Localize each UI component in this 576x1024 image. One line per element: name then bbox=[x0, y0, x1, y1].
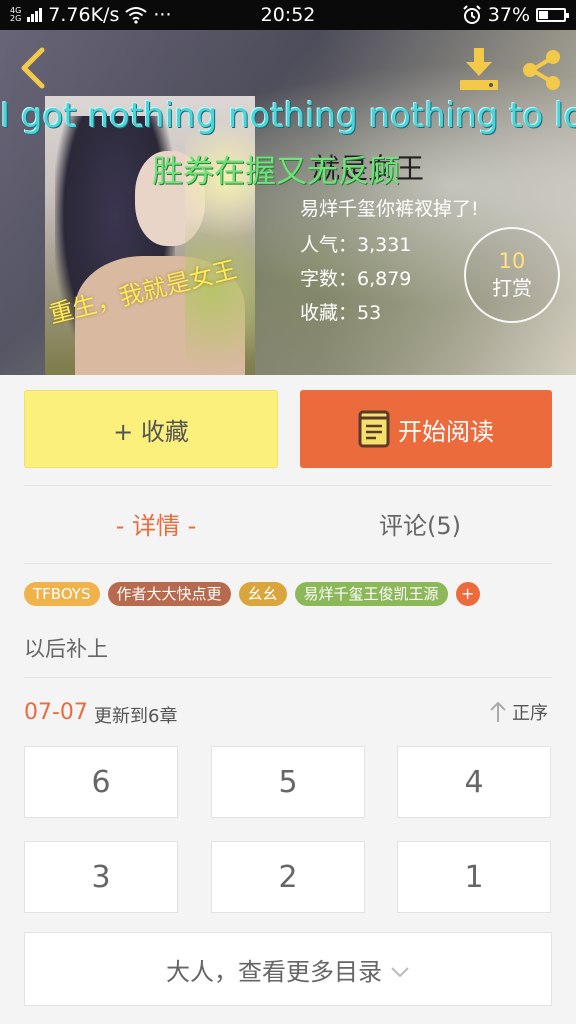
tag-list: TFBOYS 作者大大快点更 幺幺 易烊千玺王俊凯王源 + bbox=[24, 582, 480, 606]
start-reading-button[interactable]: 开始阅读 bbox=[300, 390, 552, 468]
book-cover[interactable]: 重生，我就是女王 bbox=[45, 96, 255, 375]
favorites-stat: 收藏：53 bbox=[300, 302, 382, 324]
arrow-up-icon bbox=[490, 701, 506, 722]
status-left: 4G 2G 7.76K/s ··· bbox=[10, 4, 172, 26]
alarm-icon bbox=[463, 5, 481, 24]
signal-icon bbox=[27, 8, 43, 22]
title-overlay-en: I got nothing nothing nothing to lose bbox=[0, 96, 576, 136]
back-icon[interactable] bbox=[14, 46, 54, 90]
title-overlay-zh: 胜券在握又无反顾 bbox=[152, 154, 400, 190]
book-icon bbox=[358, 410, 390, 448]
network-speed: 7.76K/s bbox=[48, 4, 120, 26]
tag-item[interactable]: 幺幺 bbox=[238, 582, 287, 606]
divider bbox=[24, 563, 552, 564]
tag-item[interactable]: TFBOYS bbox=[24, 582, 100, 606]
more-catalog-button[interactable]: 大人，查看更多目录 bbox=[24, 932, 552, 1006]
status-bar: 4G 2G 7.76K/s ··· 20:52 37% bbox=[0, 0, 576, 30]
chapter-button[interactable]: 6 bbox=[24, 746, 178, 818]
tag-item[interactable]: 作者大大快点更 bbox=[107, 582, 231, 606]
update-date: 07-07 bbox=[24, 700, 88, 725]
tip-label: 打赏 bbox=[492, 276, 532, 300]
popularity-stat: 人气：3,331 bbox=[300, 234, 412, 256]
share-icon[interactable] bbox=[520, 48, 564, 92]
author-name[interactable]: 易烊千玺你裤衩掉了! bbox=[300, 194, 479, 221]
sort-order-label: 正序 bbox=[512, 703, 548, 724]
network-type: 4G 2G bbox=[10, 6, 22, 23]
book-intro: 以后补上 bbox=[24, 637, 108, 661]
chapter-button[interactable]: 5 bbox=[211, 746, 365, 818]
more-catalog-label: 大人，查看更多目录 bbox=[166, 957, 382, 986]
chapter-button[interactable]: 3 bbox=[24, 841, 178, 913]
status-right: 37% bbox=[462, 4, 569, 26]
sort-order-button[interactable]: 正序 bbox=[488, 699, 548, 725]
book-header: 重生，我就是女王 I got nothing nothing nothing t… bbox=[0, 30, 576, 375]
battery-icon bbox=[536, 8, 569, 22]
chapter-button[interactable]: 1 bbox=[397, 841, 551, 913]
chapter-button[interactable]: 4 bbox=[397, 746, 551, 818]
download-icon[interactable] bbox=[456, 46, 502, 92]
favorite-button[interactable]: + 收藏 bbox=[24, 390, 278, 468]
tab-comments[interactable]: 评论(5) bbox=[288, 506, 552, 541]
more-indicator: ··· bbox=[153, 4, 172, 26]
tab-detail[interactable]: - 详情 - bbox=[24, 506, 288, 541]
chevron-down-icon bbox=[391, 967, 409, 978]
tip-button[interactable]: 10 打赏 bbox=[464, 227, 560, 323]
add-tag-button[interactable]: + bbox=[455, 582, 480, 606]
word-count-stat: 字数：6,879 bbox=[300, 268, 412, 290]
update-text: 更新到6章 bbox=[94, 706, 178, 727]
wifi-icon bbox=[125, 7, 147, 24]
tip-count: 10 bbox=[498, 249, 526, 273]
start-reading-label: 开始阅读 bbox=[398, 417, 494, 446]
battery-percent: 37% bbox=[487, 4, 530, 26]
divider bbox=[24, 485, 552, 486]
chapter-button[interactable]: 2 bbox=[211, 841, 365, 913]
tag-item[interactable]: 易烊千玺王俊凯王源 bbox=[294, 582, 448, 606]
divider bbox=[24, 677, 552, 678]
